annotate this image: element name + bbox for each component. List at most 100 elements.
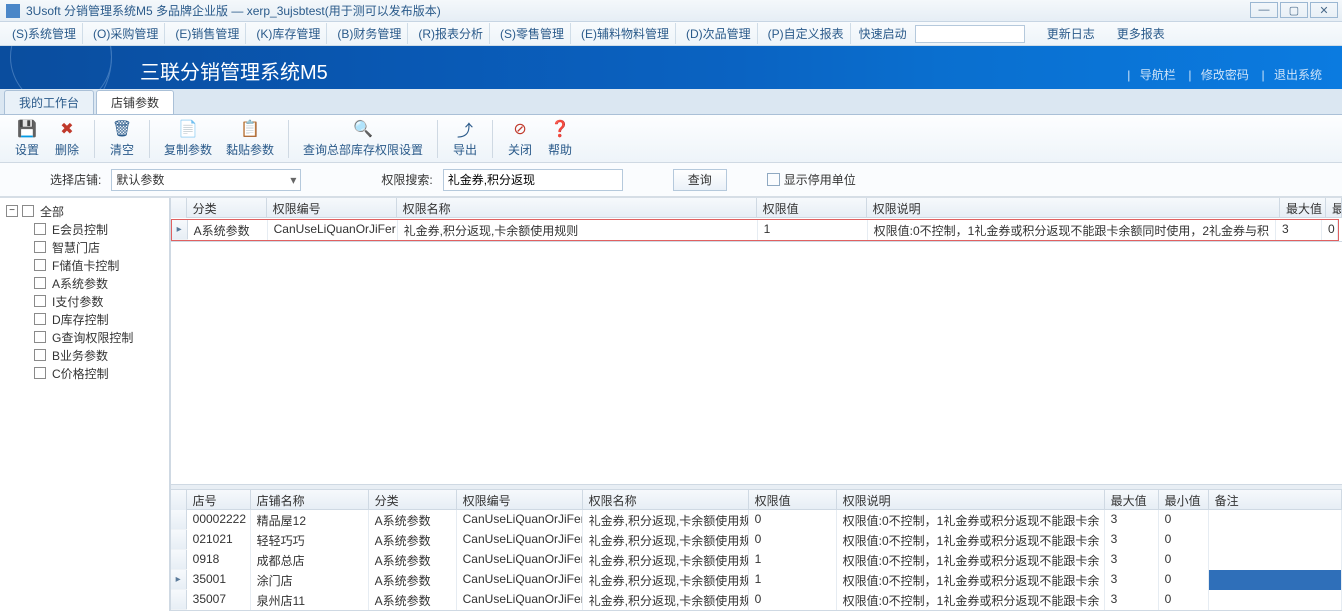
row-indicator: ▸ <box>171 570 187 589</box>
link-update-log[interactable]: 更新日志 <box>1047 25 1095 42</box>
col-desc[interactable]: 权限说明 <box>837 490 1105 509</box>
tree-root[interactable]: − 全部 <box>2 202 167 220</box>
right-area: 分类 权限编号 权限名称 权限值 权限说明 最大值 最 ▸ A系统参数 CanU… <box>170 198 1342 611</box>
link-nav[interactable]: 导航栏 <box>1140 68 1176 82</box>
tree-item[interactable]: E会员控制 <box>2 220 167 238</box>
filter-row: 选择店铺: 默认参数 ▾ 权限搜索: 查询 显示停用单位 <box>0 163 1342 197</box>
shop-label: 选择店铺: <box>50 171 101 188</box>
tree-checkbox[interactable] <box>34 367 46 379</box>
help-button[interactable]: ❓帮助 <box>541 117 579 161</box>
col-max[interactable]: 最大值 <box>1280 198 1326 217</box>
table-row[interactable]: 0918成都总店A系统参数CanUseLiQuanOrJiFer礼金券,积分返现… <box>171 550 1342 570</box>
tree-item[interactable]: B业务参数 <box>2 346 167 364</box>
menu-retail[interactable]: (S)零售管理 <box>494 23 571 44</box>
col-remark[interactable]: 备注 <box>1209 490 1342 509</box>
col-desc[interactable]: 权限说明 <box>867 198 1280 217</box>
table-row[interactable]: 00002222精品屋12A系统参数CanUseLiQuanOrJiFer礼金券… <box>171 510 1342 530</box>
menu-sales[interactable]: (E)销售管理 <box>169 23 246 44</box>
row-indicator-header <box>171 198 187 218</box>
quick-launch-input[interactable] <box>915 25 1025 43</box>
tree-item[interactable]: D库存控制 <box>2 310 167 328</box>
table-row[interactable]: ▸35001涂门店A系统参数CanUseLiQuanOrJiFer礼金券,积分返… <box>171 570 1342 590</box>
col-shop-no[interactable]: 店号 <box>187 490 251 509</box>
close-button[interactable]: ⊘关闭 <box>501 117 539 161</box>
table-row[interactable]: ▸ A系统参数 CanUseLiQuanOrJiFer 礼金券,积分返现,卡余额… <box>172 220 1338 240</box>
row-indicator <box>171 590 187 609</box>
row-indicator: ▸ <box>172 220 188 239</box>
tab-shop-params[interactable]: 店铺参数 <box>96 90 174 114</box>
show-disabled-checkbox[interactable] <box>767 173 780 186</box>
tree-item[interactable]: 智慧门店 <box>2 238 167 256</box>
delete-icon: ✖ <box>57 119 77 139</box>
col-shop-name[interactable]: 店铺名称 <box>251 490 369 509</box>
menu-system[interactable]: (S)系统管理 <box>6 23 83 44</box>
shop-grid[interactable]: 店号 店铺名称 分类 权限编号 权限名称 权限值 权限说明 最大值 最小值 备注… <box>171 490 1342 611</box>
row-indicator-header <box>171 490 187 510</box>
tree-checkbox[interactable] <box>34 313 46 325</box>
col-min[interactable]: 最小值 <box>1159 490 1209 509</box>
tree-checkbox[interactable] <box>34 223 46 235</box>
menu-finance[interactable]: (B)财务管理 <box>331 23 408 44</box>
tree-checkbox[interactable] <box>34 349 46 361</box>
col-category[interactable]: 分类 <box>187 198 267 217</box>
show-disabled-label[interactable]: 显示停用单位 <box>767 171 856 188</box>
export-button[interactable]: ⤴导出 <box>446 117 484 161</box>
col-code[interactable]: 权限编号 <box>457 490 583 509</box>
menu-material[interactable]: (E)辅料物料管理 <box>575 23 676 44</box>
menu-stock[interactable]: (K)库存管理 <box>250 23 327 44</box>
tree-checkbox[interactable] <box>34 295 46 307</box>
delete-button[interactable]: ✖删除 <box>48 117 86 161</box>
set-button[interactable]: 💾设置 <box>8 117 46 161</box>
table-row[interactable]: 021021轻轻巧巧A系统参数CanUseLiQuanOrJiFer礼金券,积分… <box>171 530 1342 550</box>
search-input[interactable] <box>443 169 623 191</box>
col-max[interactable]: 最大值 <box>1105 490 1159 509</box>
table-row[interactable]: 35007泉州店11A系统参数CanUseLiQuanOrJiFer礼金券,积分… <box>171 590 1342 610</box>
quick-launch-label: 快速启动 <box>859 25 907 42</box>
help-icon: ❓ <box>550 119 570 139</box>
paste-params-button[interactable]: 📋黏贴参数 <box>220 117 280 161</box>
banner-title: 三联分销管理系统M5 <box>140 56 328 85</box>
paste-icon: 📋 <box>240 119 260 139</box>
link-more-reports[interactable]: 更多报表 <box>1117 25 1165 42</box>
minimize-button[interactable]: — <box>1250 2 1278 18</box>
tab-strip: 我的工作台 店铺参数 <box>0 89 1342 115</box>
tree-item[interactable]: F储值卡控制 <box>2 256 167 274</box>
menu-report[interactable]: (R)报表分析 <box>412 23 490 44</box>
tree-checkbox[interactable] <box>34 277 46 289</box>
banner: 三联分销管理系统M5 | 导航栏 | 修改密码 | 退出系统 <box>0 46 1342 89</box>
clear-button[interactable]: 🗑清空 <box>103 117 141 161</box>
col-name[interactable]: 权限名称 <box>397 198 757 217</box>
search-icon: 🔍 <box>353 119 373 139</box>
link-change-password[interactable]: 修改密码 <box>1201 68 1249 82</box>
menu-purchase[interactable]: (O)采购管理 <box>87 23 165 44</box>
tree-checkbox[interactable] <box>34 331 46 343</box>
maximize-button[interactable]: ▢ <box>1280 2 1308 18</box>
close-window-button[interactable]: ✕ <box>1310 2 1338 18</box>
tree-item[interactable]: G查询权限控制 <box>2 328 167 346</box>
tab-workbench[interactable]: 我的工作台 <box>4 90 94 114</box>
tree-item[interactable]: A系统参数 <box>2 274 167 292</box>
col-min[interactable]: 最 <box>1326 198 1342 217</box>
tree-checkbox[interactable] <box>34 241 46 253</box>
query-hq-button[interactable]: 🔍查询总部库存权限设置 <box>297 117 429 161</box>
menu-custom-report[interactable]: (P)自定义报表 <box>762 23 851 44</box>
col-name[interactable]: 权限名称 <box>583 490 749 509</box>
shop-combo[interactable]: 默认参数 ▾ <box>111 169 301 191</box>
tree-checkbox[interactable] <box>22 205 34 217</box>
link-exit[interactable]: 退出系统 <box>1274 68 1322 82</box>
tree-checkbox[interactable] <box>34 259 46 271</box>
query-button[interactable]: 查询 <box>673 169 727 191</box>
tree-item[interactable]: C价格控制 <box>2 364 167 382</box>
permission-grid[interactable]: 分类 权限编号 权限名称 权限值 权限说明 最大值 最 ▸ A系统参数 CanU… <box>171 198 1342 242</box>
copy-params-button[interactable]: 📄复制参数 <box>158 117 218 161</box>
col-code[interactable]: 权限编号 <box>267 198 397 217</box>
col-value[interactable]: 权限值 <box>757 198 867 217</box>
menu-defect[interactable]: (D)次品管理 <box>680 23 758 44</box>
chevron-down-icon: ▾ <box>290 173 296 187</box>
col-category[interactable]: 分类 <box>369 490 457 509</box>
collapse-icon[interactable]: − <box>6 205 18 217</box>
category-tree[interactable]: − 全部 E会员控制智慧门店F储值卡控制A系统参数I支付参数D库存控制G查询权限… <box>0 198 170 611</box>
app-icon <box>6 4 20 18</box>
col-value[interactable]: 权限值 <box>749 490 837 509</box>
tree-item[interactable]: I支付参数 <box>2 292 167 310</box>
